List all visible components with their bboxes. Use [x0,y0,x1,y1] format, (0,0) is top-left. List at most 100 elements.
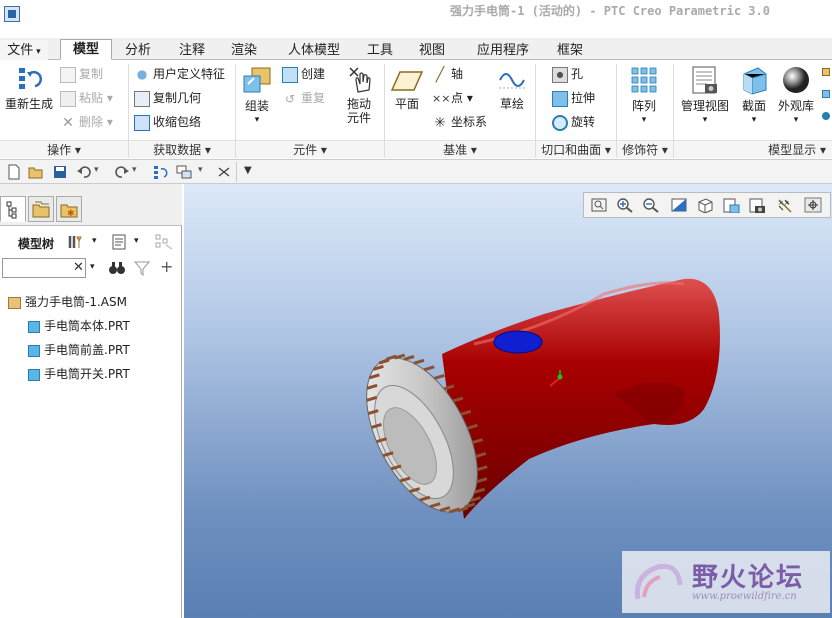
hole-button[interactable]: 孔 [552,66,583,83]
extrude-button[interactable]: 拉伸 [552,90,595,107]
settings-tools-icon[interactable] [66,233,84,251]
settings-dropdown-icon[interactable]: ▾ [92,236,97,246]
undo-dropdown-icon[interactable]: ▾ [94,165,99,175]
show-dropdown-icon[interactable]: ▾ [134,236,139,246]
watermark: 野火论坛 www.proewildfire.cn [622,551,830,613]
filter-icon[interactable] [134,260,150,276]
part-icon [28,320,40,333]
assemble-icon [243,67,271,93]
tree-item-assembly[interactable]: 强力手电筒-1.ASM [8,294,127,310]
watermark-logo [634,563,683,600]
group-cut-surface-label[interactable]: 切口和曲面 ▾ [536,140,616,158]
tab-applications[interactable]: 应用程序 [466,40,540,60]
group-operations-label[interactable]: 操作 ▾ [0,140,128,158]
grip-rib [394,353,406,360]
assemble-button[interactable]: 组装 ▾ [238,64,276,127]
manage-views-button[interactable]: 管理视图 ▾ [678,64,732,127]
group-model-display-label[interactable]: 模型显示 ▾ [674,140,832,158]
udf-icon [134,66,150,83]
paste-button[interactable]: 粘贴 ▾ [60,90,113,107]
navigator-tabs: ✱ [0,184,182,226]
ribbon: 重新生成 复制 粘贴 ▾ ✕ 删除 ▾ 操作 ▾ 用户定义特征 复制几何 收缩包络… [0,60,832,160]
create-icon [282,66,298,83]
tab-analysis[interactable]: 分析 [116,40,160,60]
pattern-button[interactable]: 阵列 ▾ [624,64,664,127]
open-folder-icon[interactable] [28,164,44,180]
revolve-icon [552,114,568,131]
windows-icon[interactable] [176,164,192,180]
undo-icon[interactable] [76,164,92,180]
pattern-icon [631,67,657,93]
shrinkwrap-button[interactable]: 收缩包络 [134,114,201,131]
model-tree-tab[interactable] [0,196,26,222]
windows-dropdown-icon[interactable]: ▾ [198,165,203,175]
grip-rib [433,373,445,380]
udf-button[interactable]: 用户定义特征 [134,66,225,83]
copy-geometry-icon [134,90,150,107]
watermark-title: 野火论坛 [692,563,805,593]
save-icon[interactable] [52,164,68,180]
drag-component-button[interactable]: 拖动元件 [340,64,378,125]
shrinkwrap-icon [134,114,150,131]
extrude-icon [552,90,568,107]
sketch-icon [499,73,525,89]
window-title: 强力手电筒-1 (活动的) - PTC Creo Parametric 3.0 [450,4,770,18]
axis-button[interactable]: ╱ 轴 [432,66,463,83]
tab-frame[interactable]: 框架 [548,40,592,60]
clear-search-icon[interactable]: ✕ [73,260,84,275]
section-button[interactable]: 截面 ▾ [736,64,772,127]
revolve-button[interactable]: 旋转 [552,114,595,131]
tab-file[interactable]: 文件 ▾ [0,40,48,60]
model-tree-icon [6,201,17,219]
appearance-gallery-button[interactable]: 外观库 ▾ [776,64,816,127]
plane-button[interactable]: 平面 [388,68,426,111]
regenerate-icon [19,68,42,89]
part-icon [28,368,40,381]
new-file-icon[interactable] [6,164,22,180]
tree-item-part[interactable]: 手电筒本体.PRT [28,318,130,334]
delete-button[interactable]: ✕ 删除 ▾ [60,114,113,131]
drag-hand-icon [349,67,371,93]
customize-qat-icon[interactable]: ▼ [244,165,252,176]
layer-filter-icon[interactable] [154,233,174,251]
quick-access-toolbar: ▾ ▾ ▾ ▼ [0,160,832,184]
search-dropdown-icon[interactable]: ▾ [90,262,95,272]
add-column-icon[interactable]: + [160,257,173,276]
appearance-sphere-icon [783,67,809,93]
search-input[interactable]: ✕ [2,258,86,278]
tab-tools[interactable]: 工具 [360,40,400,60]
point-button[interactable]: ××点 ▾ [432,90,473,107]
group-modifiers-label[interactable]: 修饰符 ▾ [617,140,673,158]
regenerate-button[interactable]: 重新生成 [4,64,54,111]
switch-button[interactable] [493,330,543,354]
tree-item-part[interactable]: 手电筒开关.PRT [28,366,130,382]
redo-dropdown-icon[interactable]: ▾ [132,165,137,175]
tab-render[interactable]: 渲染 [222,40,266,60]
redo-icon[interactable] [114,164,130,180]
group-datum-label[interactable]: 基准 ▾ [385,140,535,158]
close-window-icon[interactable] [216,164,232,180]
tab-model[interactable]: 模型 [60,39,112,60]
csys-button[interactable]: ✳ 坐标系 [432,114,487,131]
show-options-icon[interactable] [110,233,128,251]
tree-item-part[interactable]: 手电筒前盖.PRT [28,342,130,358]
repeat-button[interactable]: ↺ 重复 [282,90,325,107]
create-button[interactable]: 创建 [282,66,325,83]
group-component-label[interactable]: 元件 ▾ [236,140,384,158]
folder-browser-tab[interactable] [28,196,54,222]
grip-rib [423,365,435,372]
app-icon[interactable] [4,6,20,22]
graphics-window[interactable]: ×× 野火论坛 www.proewildfire.cn [184,184,832,618]
find-binoculars-icon[interactable] [108,260,126,276]
delete-icon: ✕ [62,114,74,131]
tab-view[interactable]: 视图 [412,40,452,60]
tab-annotate[interactable]: 注释 [170,40,214,60]
more-display-icons[interactable] [822,68,832,138]
tab-human-model[interactable]: 人体模型 [278,40,350,60]
sketch-button[interactable]: 草绘 [494,64,530,111]
regenerate-small-icon[interactable] [152,164,168,180]
favorites-tab[interactable]: ✱ [56,196,82,222]
copy-button[interactable]: 复制 [60,66,103,83]
group-get-data-label[interactable]: 获取数据 ▾ [129,140,235,158]
copy-geometry-button[interactable]: 复制几何 [134,90,201,107]
